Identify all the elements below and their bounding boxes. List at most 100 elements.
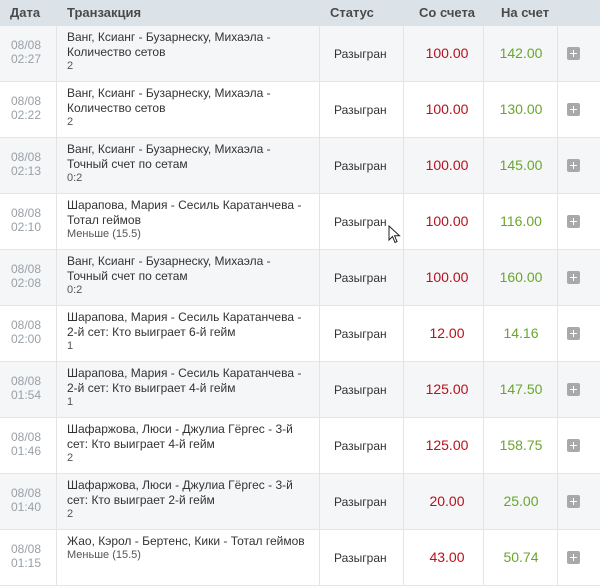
row-from-amount: 125.00	[425, 381, 469, 397]
expand-plus-icon[interactable]	[567, 159, 580, 172]
column-divider	[56, 474, 57, 529]
transaction-title: Шафаржова, Люси - Джулиа Гёргес - 3-й се…	[67, 422, 293, 451]
transaction-title: Шарапова, Мария - Сесиль Каратанчева - Т…	[67, 198, 302, 227]
row-to-amount: 14.16	[503, 325, 539, 341]
row-datetime: 08/08 02:13	[11, 150, 41, 178]
row-status: Разыгран	[334, 383, 387, 397]
row-date: 08/08	[11, 318, 42, 332]
expand-plus-icon[interactable]	[567, 47, 580, 60]
row-from-amount: 12.00	[429, 325, 465, 341]
column-divider	[56, 138, 57, 193]
row-status: Разыгран	[334, 215, 387, 229]
column-divider	[56, 530, 57, 585]
column-divider	[557, 530, 558, 585]
expand-plus-icon[interactable]	[567, 103, 580, 116]
column-divider	[403, 474, 404, 529]
row-transaction: Шарапова, Мария - Сесиль Каратанчева - Т…	[67, 198, 312, 241]
transaction-title: Ванг, Ксианг - Бузарнеску, Михаэла - Точ…	[67, 254, 271, 283]
table-row: 08/08 01:46 Шафаржова, Люси - Джулиа Гёр…	[0, 418, 600, 474]
row-datetime: 08/08 02:22	[11, 94, 41, 122]
column-divider	[403, 530, 404, 585]
column-divider	[557, 418, 558, 473]
row-status: Разыгран	[334, 439, 387, 453]
table-header: Дата Транзакция Статус Со счета На счет	[0, 0, 600, 26]
expand-plus-icon[interactable]	[567, 439, 580, 452]
row-status: Разыгран	[334, 103, 387, 117]
column-divider	[557, 306, 558, 361]
row-status: Разыгран	[334, 551, 387, 565]
row-transaction: Ванг, Ксианг - Бузарнеску, Михаэла - Точ…	[67, 142, 312, 185]
header-transaction: Транзакция	[67, 5, 142, 20]
row-status: Разыгран	[334, 495, 387, 509]
row-time: 01:46	[11, 444, 42, 458]
row-transaction: Ванг, Ксианг - Бузарнеску, Михаэла - Точ…	[67, 254, 312, 297]
header-from-account: Со счета	[419, 5, 476, 20]
column-divider	[483, 306, 484, 361]
row-to-amount: 130.00	[499, 101, 543, 117]
column-divider	[557, 250, 558, 305]
column-divider	[403, 250, 404, 305]
row-datetime: 08/08 01:15	[11, 542, 41, 570]
row-date: 08/08	[11, 206, 42, 220]
row-from-amount: 43.00	[429, 549, 465, 565]
expand-plus-icon[interactable]	[567, 271, 580, 284]
row-from-amount: 125.00	[425, 437, 469, 453]
transaction-title: Ванг, Ксианг - Бузарнеску, Михаэла - Кол…	[67, 30, 271, 59]
row-to-amount: 116.00	[500, 213, 542, 229]
row-datetime: 08/08 01:54	[11, 374, 41, 402]
row-time: 02:00	[11, 332, 42, 346]
column-divider	[483, 418, 484, 473]
row-transaction: Ванг, Ксианг - Бузарнеску, Михаэла - Кол…	[67, 86, 312, 129]
transaction-title: Шарапова, Мария - Сесиль Каратанчева - 2…	[67, 366, 302, 395]
column-divider	[483, 250, 484, 305]
column-divider	[403, 82, 404, 137]
transaction-pick: Меньше (15.5)	[67, 228, 141, 240]
row-to-amount: 142.00	[499, 45, 543, 61]
row-to-amount: 147.50	[499, 381, 543, 397]
row-time: 01:15	[11, 556, 42, 570]
column-divider	[557, 138, 558, 193]
expand-plus-icon[interactable]	[567, 495, 580, 508]
column-divider	[56, 306, 57, 361]
column-divider	[483, 82, 484, 137]
row-datetime: 08/08 02:27	[11, 38, 41, 66]
expand-plus-icon[interactable]	[567, 215, 580, 228]
column-divider	[56, 362, 57, 417]
row-from-amount: 100.00	[425, 45, 469, 61]
column-divider	[403, 26, 404, 81]
transaction-pick: 2	[67, 508, 74, 520]
transaction-title: Жао, Кэрол - Бертенс, Кики - Тотал геймо…	[67, 534, 305, 548]
column-divider	[56, 194, 57, 249]
row-datetime: 08/08 01:46	[11, 430, 41, 458]
row-from-amount: 20.00	[429, 493, 465, 509]
column-divider	[483, 138, 484, 193]
row-to-amount: 25.00	[503, 493, 539, 509]
transaction-pick: Меньше (15.5)	[67, 549, 141, 561]
row-status: Разыгран	[334, 271, 387, 285]
transaction-title: Ванг, Ксианг - Бузарнеску, Михаэла - Точ…	[67, 142, 271, 171]
column-divider	[319, 474, 320, 529]
row-transaction: Ванг, Ксианг - Бузарнеску, Михаэла - Кол…	[67, 30, 312, 73]
column-divider	[319, 82, 320, 137]
row-to-amount: 145.00	[499, 157, 543, 173]
row-status: Разыгран	[334, 327, 387, 341]
row-status: Разыгран	[334, 159, 387, 173]
row-datetime: 08/08 02:00	[11, 318, 41, 346]
table-row: 08/08 01:40 Шафаржова, Люси - Джулиа Гёр…	[0, 474, 600, 530]
column-divider	[319, 362, 320, 417]
row-date: 08/08	[11, 374, 42, 388]
table-row: 08/08 02:22 Ванг, Ксианг - Бузарнеску, М…	[0, 82, 600, 138]
expand-plus-icon[interactable]	[567, 383, 580, 396]
transaction-pick: 2	[67, 60, 74, 72]
row-transaction: Шарапова, Мария - Сесиль Каратанчева - 2…	[67, 366, 312, 409]
header-status: Статус	[330, 5, 374, 20]
column-divider	[557, 82, 558, 137]
row-date: 08/08	[11, 94, 42, 108]
column-divider	[56, 250, 57, 305]
transaction-pick: 1	[67, 396, 74, 408]
column-divider	[319, 138, 320, 193]
row-datetime: 08/08 02:08	[11, 262, 41, 290]
column-divider	[557, 362, 558, 417]
row-from-amount: 100.00	[425, 269, 469, 285]
expand-plus-icon[interactable]	[567, 327, 580, 340]
